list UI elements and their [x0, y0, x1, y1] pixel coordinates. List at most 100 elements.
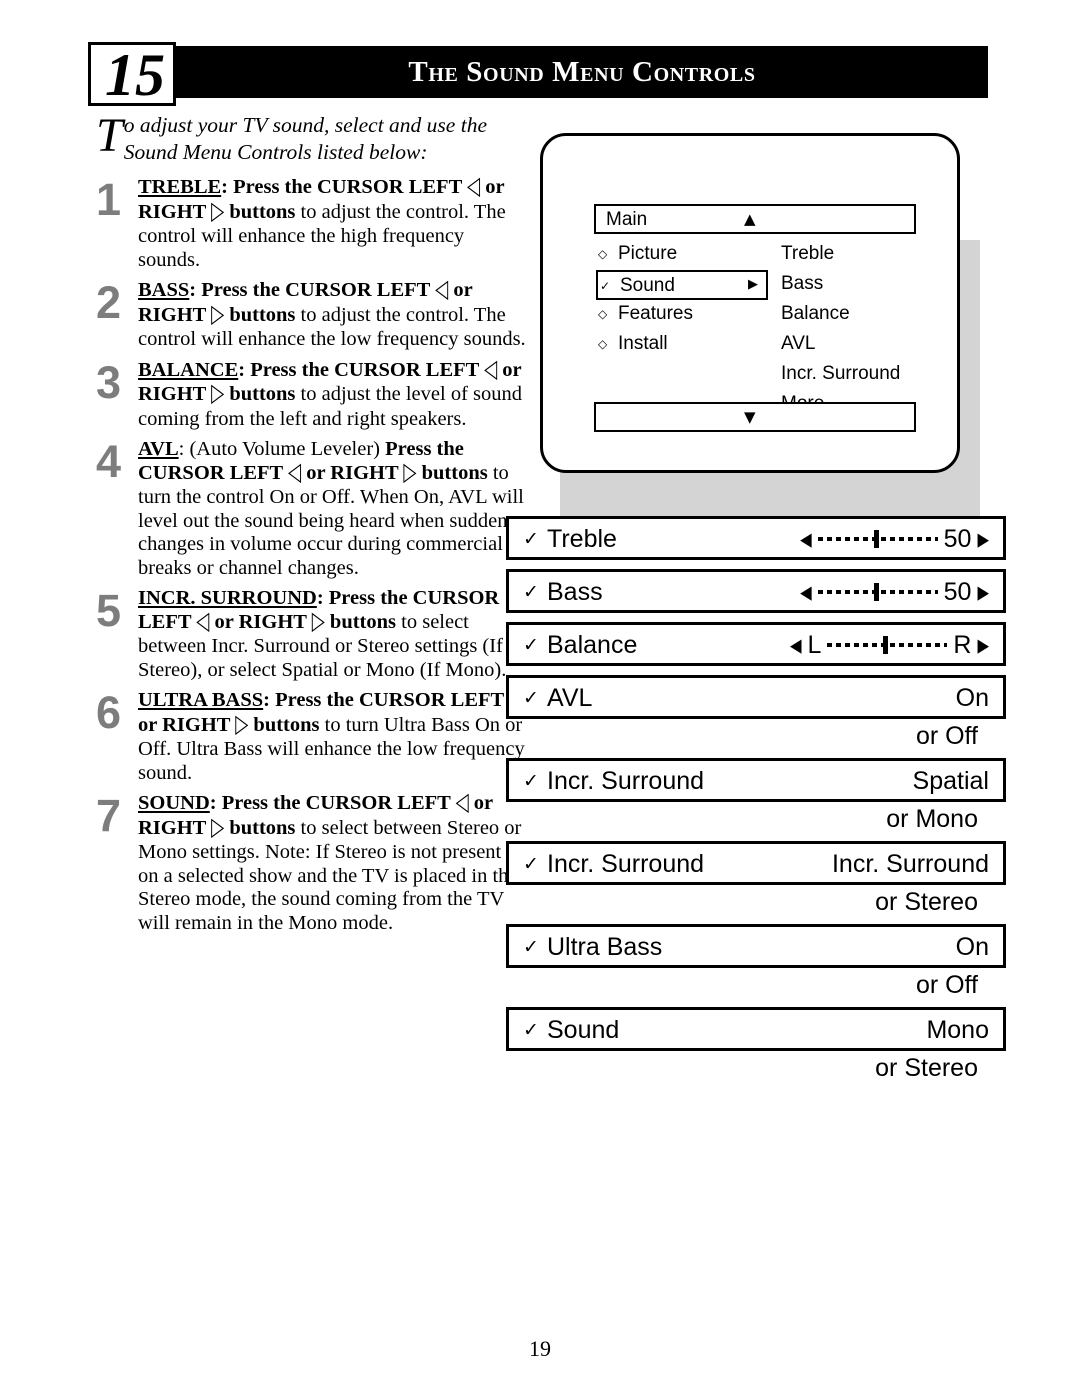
step-number: 3	[96, 356, 122, 408]
osd-menu-item-picture[interactable]: ◇ Picture	[596, 240, 776, 270]
control-row-treble[interactable]: ✓ Treble ◀ 50 ▶	[506, 516, 1006, 560]
step-item: 6 ULTRA BASS: Press the CURSOR LEFT ◁ or …	[96, 685, 526, 785]
control-row-bass[interactable]: ✓ Bass ◀ 50 ▶	[506, 569, 1006, 613]
slider-track[interactable]	[827, 636, 948, 654]
step-item: 3 BALANCE: Press the CURSOR LEFT ◁ or RIG…	[96, 354, 526, 432]
control-rows: ✓ Treble ◀ 50 ▶ ✓ Bass ◀ 50 ▶ ✓ Balance ◀ L R ▶ ✓ AVL On or…	[506, 516, 1006, 1090]
osd-menu-panel: Main ▲ ◇ Picture ✓ Sound ▶ ◇ Features ◇ Install …	[540, 133, 960, 473]
control-row-balance[interactable]: ✓ Balance ◀ L R ▶	[506, 622, 1006, 666]
chapter-number: 15	[105, 42, 165, 108]
intro-drop-cap: T	[96, 109, 123, 162]
triangle-left-icon[interactable]: ◀	[800, 527, 812, 552]
control-group-treble: ✓ Treble ◀ 50 ▶	[506, 516, 1006, 560]
slider-knob[interactable]	[873, 530, 879, 548]
control-alt-value: or Off	[915, 971, 978, 999]
slider-track[interactable]	[817, 530, 938, 548]
step-item: 7 SOUND: Press the CURSOR LEFT ◁ or RIGHT…	[96, 787, 526, 935]
osd-menu-item-label: Picture	[618, 243, 678, 264]
control-label: Balance	[547, 631, 638, 659]
control-alt-value: or Stereo	[875, 888, 978, 916]
triangle-right-icon[interactable]: ▶	[977, 633, 989, 658]
control-alt-value: or Off	[915, 722, 978, 750]
osd-submenu-item[interactable]: Incr. Surround	[781, 360, 941, 390]
control-group-ultrabass: ✓ Ultra Bass On or Off	[506, 924, 1006, 999]
osd-title-bar: Main ▲	[594, 204, 916, 234]
control-value: Mono	[926, 1016, 989, 1044]
diamond-icon: ◇	[598, 247, 608, 261]
osd-submenu-item[interactable]: AVL	[781, 330, 941, 360]
osd-menu-item-label: Sound	[620, 275, 675, 296]
chapter-badge: 15	[88, 42, 176, 108]
header-title-bar: The Sound Menu Controls	[176, 46, 988, 98]
control-row-incr2[interactable]: ✓ Incr. Surround Incr. Surround	[506, 841, 1006, 885]
osd-right-menu: TrebleBassBalanceAVLIncr. SurroundMore..…	[781, 240, 941, 420]
control-alt-value: or Stereo	[875, 1054, 978, 1082]
control-label: Treble	[547, 525, 617, 553]
control-row-ultrabass[interactable]: ✓ Ultra Bass On	[506, 924, 1006, 968]
slider-bass[interactable]: ◀ 50 ▶	[800, 572, 989, 612]
step-text: BASS: Press the CURSOR LEFT ◁ or RIGHT ▷…	[138, 274, 526, 350]
osd-bottom-bar: ▼	[594, 402, 916, 432]
steps-list: 1 TREBLE: Press the CURSOR LEFT ◁ or RIGH…	[96, 172, 526, 942]
control-row-sound[interactable]: ✓ Sound Mono	[506, 1007, 1006, 1051]
osd-title: Main	[606, 209, 648, 230]
control-value: Spatial	[912, 767, 989, 795]
chevron-right-icon: ▶	[748, 277, 758, 292]
slider-track[interactable]	[817, 583, 938, 601]
step-number: 2	[96, 277, 122, 328]
control-value: Incr. Surround	[831, 850, 989, 878]
osd-submenu-item[interactable]: Treble	[781, 240, 941, 270]
check-icon: ✓	[523, 1019, 539, 1041]
step-item: 1 TREBLE: Press the CURSOR LEFT ◁ or RIGH…	[96, 172, 526, 272]
slider-knob[interactable]	[873, 583, 879, 601]
control-row-incr1[interactable]: ✓ Incr. Surround Spatial	[506, 758, 1006, 802]
control-group-sound: ✓ Sound Mono or Stereo	[506, 1007, 1006, 1082]
osd-menu-item-features[interactable]: ◇ Features	[596, 300, 776, 330]
slider-treble[interactable]: ◀ 50 ▶	[800, 519, 989, 559]
check-icon: ✓	[523, 853, 539, 875]
osd-submenu-item[interactable]: Balance	[781, 300, 941, 330]
balance-left-mark: L	[807, 631, 822, 659]
osd-menu-item-label: Install	[618, 333, 668, 354]
step-text: AVL: (Auto Volume Leveler) Press the CUR…	[138, 438, 524, 579]
control-group-avl: ✓ AVL On or Off	[506, 675, 1006, 750]
check-icon: ✓	[523, 528, 539, 550]
step-number: 4	[96, 436, 122, 487]
step-number: 6	[96, 687, 122, 738]
step-number: 5	[96, 585, 122, 636]
osd-menu-item-label: Features	[618, 303, 693, 324]
triangle-left-icon[interactable]: ◀	[790, 633, 802, 658]
osd-menu-item-install[interactable]: ◇ Install	[596, 330, 776, 360]
control-label: Ultra Bass	[547, 933, 663, 961]
slider-knob[interactable]	[883, 636, 889, 654]
balance-right-mark: R	[953, 631, 972, 659]
control-label: Bass	[547, 578, 603, 606]
scroll-up-icon[interactable]: ▲	[744, 210, 756, 228]
osd-left-menu: ◇ Picture ✓ Sound ▶ ◇ Features ◇ Install	[596, 240, 776, 360]
triangle-right-icon[interactable]: ▶	[977, 527, 989, 552]
check-icon: ✓	[523, 936, 539, 958]
page-number: 19	[529, 1336, 551, 1361]
control-group-bass: ✓ Bass ◀ 50 ▶	[506, 569, 1006, 613]
step-item: 4 AVL: (Auto Volume Leveler) Press the CU…	[96, 438, 526, 580]
step-text: BALANCE: Press the CURSOR LEFT ◁ or RIGH…	[138, 354, 523, 430]
page-title: The Sound Menu Controls	[408, 56, 756, 88]
slider-balance[interactable]: ◀ L R ▶	[790, 625, 989, 665]
control-label: Incr. Surround	[547, 767, 705, 795]
scroll-down-icon[interactable]: ▼	[744, 408, 756, 426]
diamond-icon: ◇	[598, 307, 608, 321]
osd-submenu-item[interactable]: Bass	[781, 270, 941, 300]
osd-menu-item-sound[interactable]: ✓ Sound ▶	[596, 270, 768, 300]
triangle-right-icon[interactable]: ▶	[977, 580, 989, 605]
control-group-incr2: ✓ Incr. Surround Incr. Surround or Stereo	[506, 841, 1006, 916]
check-icon: ✓	[600, 279, 611, 293]
step-text: INCR. SURROUND: Press the CURSOR LEFT ◁ …	[138, 587, 507, 681]
step-number: 1	[96, 174, 122, 225]
step-number: 7	[96, 790, 122, 841]
intro-text: o adjust your TV sound, select and use t…	[123, 113, 487, 164]
control-row-avl[interactable]: ✓ AVL On	[506, 675, 1006, 719]
slider-value: 50	[943, 524, 972, 553]
triangle-left-icon[interactable]: ◀	[800, 580, 812, 605]
control-value: On	[955, 933, 989, 961]
step-text: SOUND: Press the CURSOR LEFT ◁ or RIGHT …	[138, 787, 522, 934]
